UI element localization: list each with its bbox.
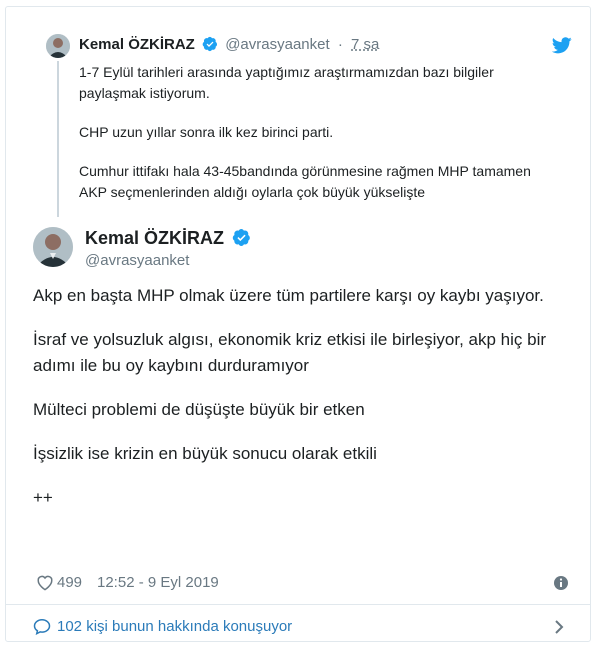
- divider: [6, 604, 590, 605]
- main-avatar[interactable]: [33, 227, 73, 267]
- main-author-name[interactable]: Kemal ÖZKİRAZ: [85, 227, 251, 252]
- parent-author-handle[interactable]: @avrasyaanket: [225, 36, 329, 53]
- chevron-right-icon[interactable]: [553, 619, 565, 639]
- like-count[interactable]: 499: [57, 574, 82, 591]
- main-paragraph: Akp en başta MHP olmak üzere tüm partile…: [33, 286, 544, 305]
- tweet-timestamp[interactable]: 12:52 - 9 Eyl 2019: [97, 574, 219, 591]
- parent-tweet-header: Kemal ÖZKİRAZ @avrasyaanket · 7 sa: [79, 35, 379, 58]
- main-paragraph: ++: [33, 488, 53, 507]
- parent-tweet-time[interactable]: 7 sa: [351, 36, 379, 53]
- main-tweet-text: Akp en başta MHP olmak üzere tüm partile…: [33, 283, 573, 529]
- parent-tweet-text: 1-7 Eylül tarihleri arasında yaptığımız …: [79, 62, 559, 221]
- main-paragraph: İşsizlik ise krizin en büyük sonucu olar…: [33, 444, 377, 463]
- main-author-name-text[interactable]: Kemal ÖZKİRAZ: [85, 228, 224, 248]
- twitter-bird-icon[interactable]: [551, 37, 572, 54]
- conversation-label[interactable]: 102 kişi bunun hakkında konuşuyor: [57, 618, 292, 635]
- info-icon[interactable]: [553, 575, 569, 595]
- parent-avatar[interactable]: [46, 34, 70, 58]
- conversation-link[interactable]: 102 kişi bunun hakkında konuşuyor: [33, 615, 573, 639]
- thread-connector-line: [57, 61, 59, 217]
- parent-author-name[interactable]: Kemal ÖZKİRAZ: [79, 36, 195, 53]
- main-paragraph: İsraf ve yolsuzluk algısı, ekonomik kriz…: [33, 330, 547, 375]
- separator-dot: ·: [337, 36, 343, 53]
- main-paragraph: Mülteci problemi de düşüşte büyük bir et…: [33, 400, 365, 419]
- parent-paragraph: Cumhur ittifakı hala 43-45bandında görün…: [79, 163, 531, 200]
- parent-paragraph: 1-7 Eylül tarihleri arasında yaptığımız …: [79, 64, 494, 101]
- tweet-embed-card: Kemal ÖZKİRAZ @avrasyaanket · 7 sa 1-7 E…: [5, 6, 591, 642]
- parent-paragraph: CHP uzun yıllar sonra ilk kez birinci pa…: [79, 124, 334, 140]
- heart-icon[interactable]: [36, 574, 54, 595]
- main-author-handle[interactable]: @avrasyaanket: [85, 251, 189, 271]
- verified-badge-icon: [202, 36, 218, 58]
- verified-badge-icon: [232, 228, 251, 252]
- tweet-meta-row: 499 12:52 - 9 Eyl 2019: [33, 572, 573, 594]
- speech-bubble-icon: [33, 618, 51, 639]
